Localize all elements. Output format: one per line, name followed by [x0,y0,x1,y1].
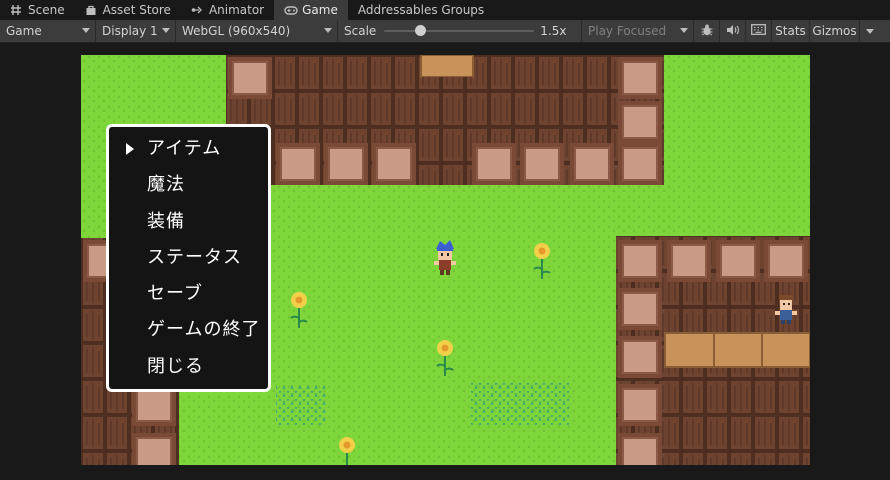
bag-icon [85,4,97,16]
mute-audio-button[interactable] [720,20,746,42]
stats-label: Stats [775,24,806,38]
wall-tile [667,240,711,282]
display-value: Display 1 [102,24,158,38]
play-focused-dropdown[interactable]: Play Focused [582,20,694,42]
grid-icon [10,4,22,16]
chevron-down-icon [82,28,90,33]
game-toolbar: Game Display 1 WebGL (960x540) Scale 1.5… [0,20,890,43]
menu-item-close[interactable]: 閉じる [147,355,204,379]
wall-tile [618,101,662,143]
gizmos-button[interactable]: Gizmos [810,20,860,42]
display-dropdown[interactable]: Display 1 [96,20,176,42]
menu-cursor-arrow-icon [126,143,134,155]
wall-tile [618,384,662,426]
wall-tile [618,433,662,465]
wall-tile [618,57,662,99]
scale-value: 1.5x [540,24,567,38]
tab-animator[interactable]: Animator [181,0,274,20]
resolution-value: WebGL (960x540) [182,24,291,38]
tab-label: Asset Store [102,3,171,17]
animator-icon [191,4,203,16]
menu-item-status[interactable]: ステータス [147,246,242,270]
wall-tile [324,143,368,185]
chevron-down-icon [324,28,332,33]
scale-label: Scale [344,24,377,38]
scale-slider[interactable] [384,20,535,42]
debug-bug-button[interactable] [694,20,720,42]
wall-tile [716,240,760,282]
scale-control: Scale 1.5x [338,20,582,42]
gizmos-label: Gizmos [812,24,857,38]
wall-tile [618,143,662,185]
wall-tile [132,433,176,465]
gizmos-dropdown[interactable] [860,20,880,42]
menu-item-quit-game[interactable]: ゲームの終了 [147,318,260,342]
editor-tab-bar: Scene Asset Store Animator Game Addressa… [0,0,890,20]
tab-scene[interactable]: Scene [0,0,75,20]
play-focused-value: Play Focused [588,24,667,38]
wall-tile [372,143,416,185]
wall-tile [472,143,516,185]
keyboard-icon [751,24,766,38]
display-mode-dropdown[interactable]: Game [0,20,96,42]
tab-game[interactable]: Game [274,0,348,20]
scale-slider-handle[interactable] [415,25,427,36]
menu-item-equipment[interactable]: 装備 [147,210,185,234]
wall-tile [618,240,662,282]
menu-item-save[interactable]: セーブ [147,282,203,306]
tall-grass-patch [471,383,571,425]
tab-label: Animator [208,3,265,17]
resolution-dropdown[interactable]: WebGL (960x540) [176,20,338,42]
tab-label: Addressables Groups [357,3,485,17]
menu-item-magic[interactable]: 魔法 [147,173,185,197]
wall-tile [764,240,808,282]
chevron-down-icon [680,28,688,33]
wall-tile [276,143,320,185]
wall-tile [520,143,564,185]
tall-grass-patch [276,385,326,425]
stats-button[interactable]: Stats [772,20,810,42]
display-mode-value: Game [6,24,42,38]
scale-slider-track [384,30,535,32]
wall-tile [570,143,614,185]
menu-item-items[interactable]: アイテム [147,137,221,161]
game-view: アイテム 魔法 装備 ステータス セーブ ゲームの終了 閉じる [0,43,890,480]
bug-icon [700,23,714,40]
speaker-icon [726,24,740,39]
tab-label: Game [302,3,338,17]
chevron-down-icon [866,28,874,34]
gamepad-icon [284,4,298,16]
wall-tile [618,336,662,378]
tab-addressables-groups[interactable]: Addressables Groups [348,0,494,20]
wall-tile [618,288,662,330]
tab-label: Scene [28,3,65,17]
shortcuts-button[interactable] [746,20,772,42]
game-pause-menu: アイテム 魔法 装備 ステータス セーブ ゲームの終了 閉じる [106,124,271,392]
wall-tile [228,57,272,99]
tab-asset-store[interactable]: Asset Store [75,0,181,20]
chevron-down-icon [162,28,170,33]
